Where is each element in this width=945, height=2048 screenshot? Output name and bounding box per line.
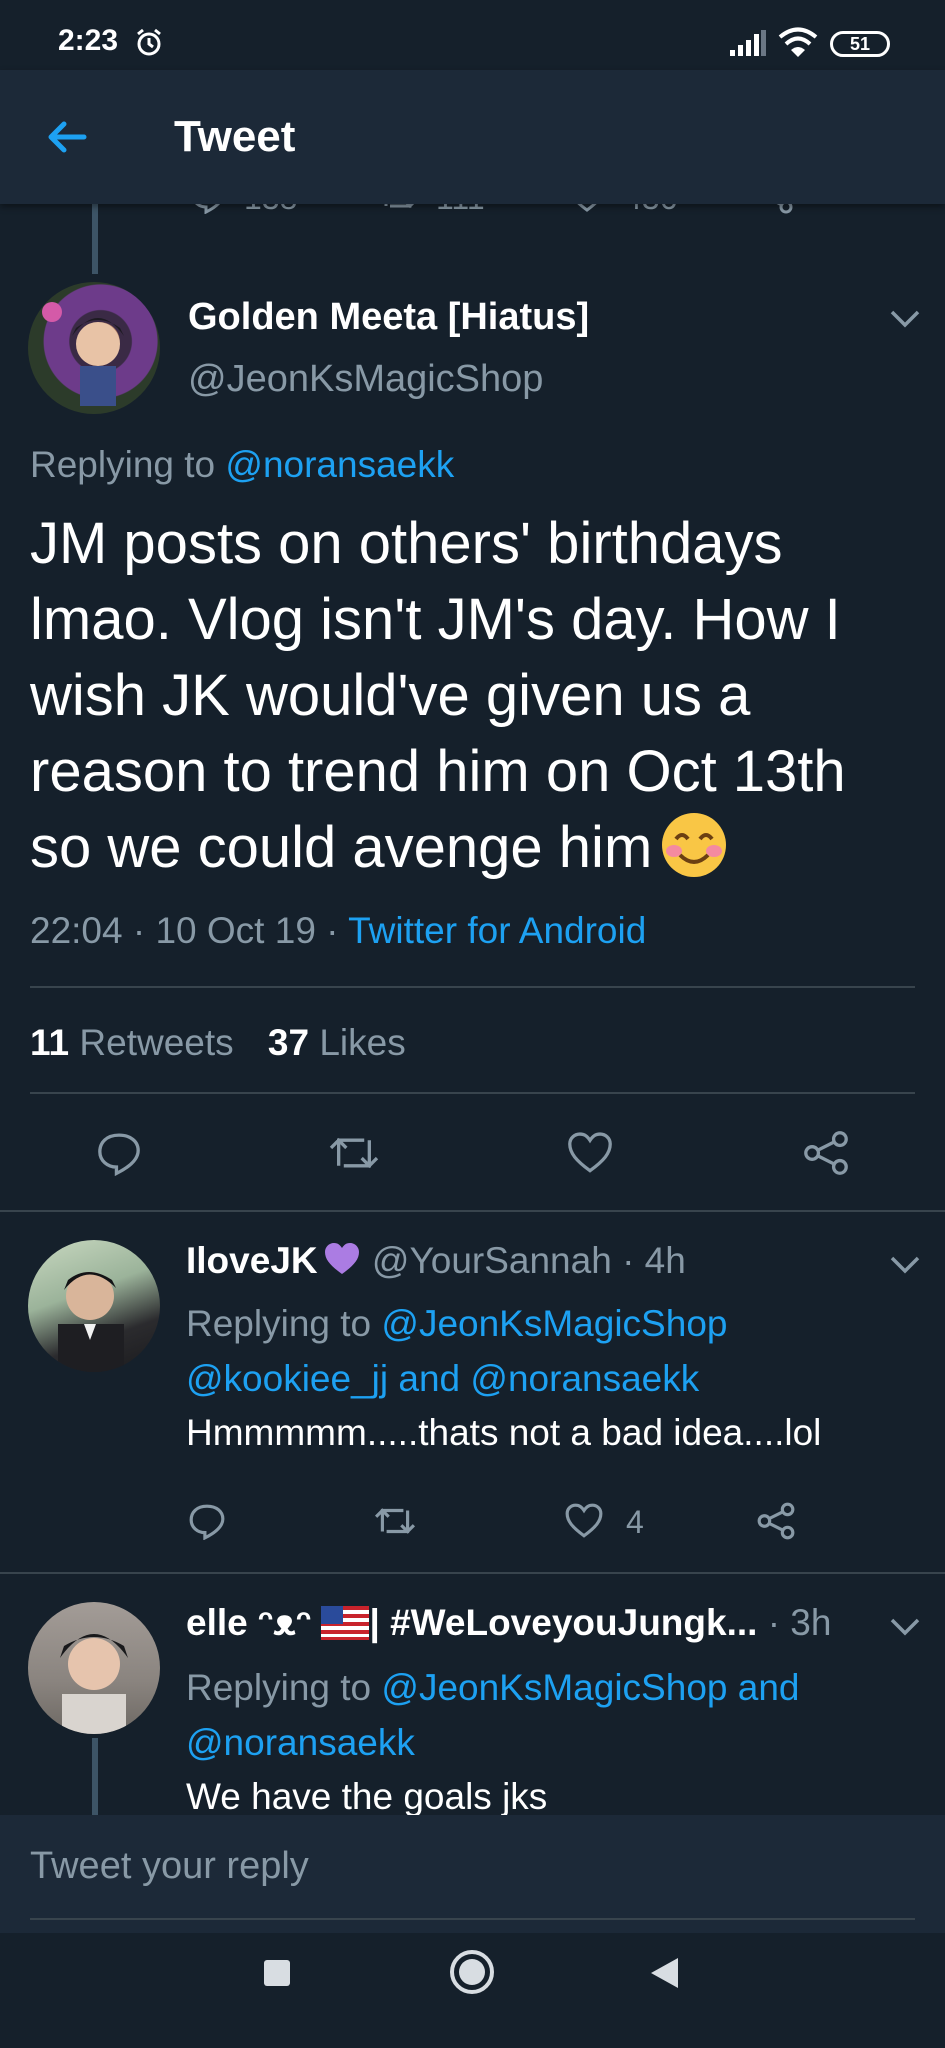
- chevron-down-icon[interactable]: [888, 1616, 922, 1638]
- avatar-art: [60, 1634, 128, 1734]
- alarm-icon: [137, 28, 161, 56]
- engagement-stats: 11 Retweets 37 Likes: [30, 1022, 406, 1064]
- avatar-art: [58, 1272, 124, 1372]
- replying-label: Replying to: [30, 444, 216, 485]
- divider: [0, 1210, 945, 1212]
- timestamp: 22:04 · 10 Oct 19 ·: [30, 910, 349, 951]
- smiling-face-emoji: [662, 813, 727, 877]
- heart-icon[interactable]: [568, 204, 606, 214]
- reply-icon[interactable]: [188, 1502, 226, 1540]
- mention-link[interactable]: @kookiee_jj: [186, 1358, 388, 1399]
- chevron-down-icon[interactable]: [888, 308, 922, 330]
- wifi-icon: [778, 27, 818, 57]
- status-bar: 2:23 51: [0, 0, 945, 70]
- replying-to: Replying to @JeonKsMagicShop @kookiee_jj…: [186, 1296, 906, 1406]
- avatar[interactable]: [28, 1602, 160, 1734]
- status-time: 2:23: [58, 24, 119, 57]
- divider: [0, 1572, 945, 1574]
- purple-heart-emoji: [324, 1243, 359, 1274]
- reply-icon[interactable]: [96, 1130, 142, 1176]
- replying-label: Replying to: [186, 1667, 372, 1708]
- recents-square-icon[interactable]: [262, 1958, 292, 1988]
- and-label: and: [737, 1667, 800, 1708]
- reply-icon[interactable]: [190, 204, 226, 214]
- thread-line: [92, 1738, 98, 1815]
- display-name-tail: | #WeLoveyouJungk...: [369, 1602, 758, 1643]
- input-underline: [30, 1918, 915, 1920]
- user-handle[interactable]: @JeonKsMagicShop: [188, 358, 543, 401]
- replying-to: Replying to @noransaekk: [30, 444, 454, 486]
- avatar[interactable]: [28, 1240, 160, 1372]
- system-nav-bar: [0, 1933, 945, 2048]
- us-flag-emoji: [321, 1606, 370, 1640]
- reply-header: elle ᵔᴥᵔ | #WeLoveyouJungk... · 3h: [186, 1602, 831, 1644]
- reply-composer: Tweet your reply: [0, 1815, 945, 1933]
- mention-link[interactable]: @noransaekk: [225, 444, 454, 485]
- retweet-icon[interactable]: [328, 1130, 380, 1176]
- retweet-icon[interactable]: [374, 1502, 416, 1540]
- source-link[interactable]: Twitter for Android: [348, 910, 646, 951]
- signal-icon: [730, 30, 766, 56]
- previous-tweet-actions: 138 111 436: [0, 204, 945, 228]
- retweets-count: 11: [30, 1022, 70, 1063]
- retweets-stat[interactable]: 11 Retweets: [30, 1022, 234, 1063]
- tweet-meta: 22:04 · 10 Oct 19 · Twitter for Android: [30, 910, 646, 952]
- heart-icon[interactable]: [566, 1130, 614, 1176]
- chevron-down-icon[interactable]: [888, 1254, 922, 1276]
- divider: [30, 986, 915, 988]
- and-label: and: [398, 1358, 461, 1399]
- likes-count: 37: [267, 1022, 310, 1063]
- reply-time: · 3h: [767, 1602, 832, 1643]
- display-name[interactable]: elle ᵔᴥᵔ: [186, 1602, 311, 1643]
- mention-link[interactable]: @JeonKsMagicShop: [381, 1667, 727, 1708]
- mention-link[interactable]: @noransaekk: [470, 1358, 699, 1399]
- mention-link[interactable]: @noransaekk: [186, 1722, 415, 1763]
- replying-label: Replying to: [186, 1303, 372, 1344]
- tweet-text: JM posts on others' birthdays lmao. Vlog…: [30, 506, 910, 886]
- likes-stat[interactable]: 37 Likes: [268, 1022, 406, 1063]
- like-count: 436: [624, 204, 677, 217]
- back-arrow-icon[interactable]: [40, 110, 94, 164]
- reply-input[interactable]: Tweet your reply: [30, 1845, 309, 1888]
- likes-label: Likes: [319, 1022, 406, 1063]
- top-app-bar: Tweet: [0, 70, 945, 204]
- handle-and-time: @YourSannah · 4h: [371, 1240, 686, 1281]
- share-icon[interactable]: [756, 204, 794, 214]
- reply-text: Hmmmmm.....thats not a bad idea....lol: [186, 1412, 822, 1453]
- heart-icon[interactable]: [564, 1502, 604, 1540]
- retweets-label: Retweets: [79, 1022, 234, 1063]
- battery-indicator: 51: [830, 31, 890, 57]
- reply-header: IloveJK @YourSannah · 4h: [186, 1240, 686, 1282]
- retweet-icon[interactable]: [378, 204, 418, 214]
- divider: [30, 1092, 915, 1094]
- replying-to: Replying to @JeonKsMagicShop and @norans…: [186, 1660, 906, 1770]
- share-icon[interactable]: [756, 1502, 796, 1540]
- share-icon[interactable]: [802, 1130, 850, 1176]
- reply-count: 138: [244, 204, 297, 217]
- avatar-art: [42, 302, 124, 406]
- display-name[interactable]: Golden Meeta [Hiatus]: [188, 296, 589, 339]
- reply-text: We have the goals jks: [186, 1776, 548, 1817]
- mention-link[interactable]: @JeonKsMagicShop: [381, 1303, 727, 1344]
- display-name[interactable]: IloveJK: [186, 1240, 318, 1281]
- like-count: 4: [626, 1504, 644, 1540]
- page-title: Tweet: [174, 112, 296, 161]
- back-triangle-icon[interactable]: [648, 1956, 680, 1990]
- retweet-count: 111: [436, 204, 485, 217]
- home-circle-icon[interactable]: [448, 1948, 496, 1996]
- avatar[interactable]: [28, 282, 160, 414]
